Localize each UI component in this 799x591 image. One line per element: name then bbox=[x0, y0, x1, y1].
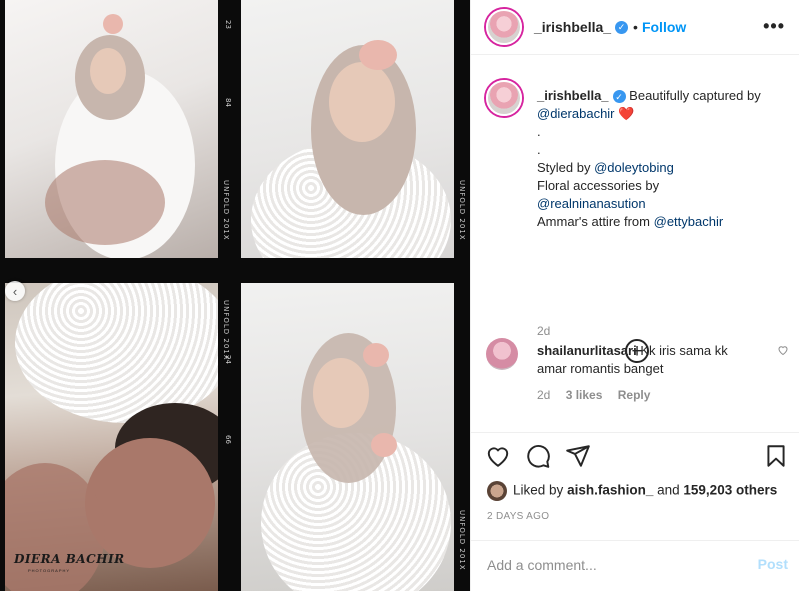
like-heart-icon[interactable] bbox=[485, 443, 513, 471]
mention-link[interactable]: @realninanasution bbox=[537, 196, 646, 211]
liked-by: Liked by aish.fashion_ and 159,203 other… bbox=[487, 481, 777, 501]
flower-accessory bbox=[359, 40, 397, 70]
liked-by-prefix: Liked by bbox=[513, 482, 564, 498]
photographer-watermark: DIERA BACHIR bbox=[14, 552, 125, 566]
man-figure bbox=[45, 160, 165, 245]
caption-dot: . bbox=[537, 142, 541, 157]
photographer-watermark-sub: PHOTOGRAPHY bbox=[28, 568, 71, 573]
flower-bouquet bbox=[371, 433, 397, 457]
commenter-avatar[interactable] bbox=[486, 338, 518, 370]
caption-floral: Floral accessories by bbox=[537, 178, 660, 193]
film-edge-text: UNFOLD 201X bbox=[458, 180, 466, 241]
add-comment-bar: Post bbox=[471, 540, 799, 591]
caption-intro: Beautifully captured by bbox=[629, 88, 761, 103]
post-header: _irishbella_ ✓ • Follow ••• bbox=[471, 0, 799, 55]
frame-number: 66 bbox=[224, 435, 232, 444]
post-photo[interactable]: UNFOLD 201X UNFOLD 201X UNFOLD 201X UNFO… bbox=[0, 0, 470, 591]
comment-bubble-icon[interactable] bbox=[525, 443, 553, 471]
lace-dress bbox=[15, 283, 218, 423]
avatar[interactable] bbox=[486, 9, 522, 45]
photo-frame-4 bbox=[241, 283, 454, 591]
film-edge-text: UNFOLD 201X bbox=[458, 510, 466, 571]
caption-styled-by: Styled by bbox=[537, 160, 591, 175]
verified-badge-icon: ✓ bbox=[612, 90, 626, 104]
film-edge-text: UNFOLD 201X bbox=[222, 180, 230, 241]
liked-by-user[interactable]: aish.fashion_ bbox=[567, 483, 653, 498]
film-edge-text: UNFOLD 201X bbox=[222, 300, 230, 361]
comment-meta: 2d 3 likes Reply bbox=[537, 388, 662, 402]
reply-button[interactable]: Reply bbox=[618, 388, 651, 402]
photo-frame-1 bbox=[5, 0, 218, 258]
man-face bbox=[85, 438, 215, 568]
face bbox=[329, 62, 395, 142]
post-side-panel: _irishbella_ ✓ • Follow ••• _irishbella_… bbox=[470, 0, 799, 591]
previous-photo-button[interactable]: ‹ bbox=[5, 281, 25, 301]
action-bar bbox=[485, 443, 787, 471]
frame-number: 84 bbox=[224, 98, 232, 107]
liked-by-others[interactable]: 159,203 others bbox=[683, 483, 777, 498]
caption-attire: Ammar's attire from bbox=[537, 214, 650, 229]
liked-by-and: and bbox=[657, 482, 680, 498]
more-options-icon[interactable]: ••• bbox=[763, 16, 785, 37]
comment-like-icon[interactable] bbox=[777, 344, 789, 359]
photo-frame-3 bbox=[5, 283, 218, 591]
flower-accessory bbox=[363, 343, 389, 367]
comments-list[interactable]: _irishbella_ ✓ Beautifully captured by @d… bbox=[471, 56, 799, 432]
header-username[interactable]: _irishbella_ bbox=[534, 19, 611, 35]
mention-link[interactable]: @ettybachir bbox=[654, 214, 724, 229]
mention-link[interactable]: @dierabachir bbox=[537, 106, 615, 121]
caption-text: _irishbella_ ✓ Beautifully captured by @d… bbox=[537, 87, 787, 231]
commenter-username[interactable]: shailanurlitasari bbox=[537, 343, 637, 358]
comment-input[interactable] bbox=[487, 555, 727, 575]
frame-number: 24 bbox=[224, 355, 232, 364]
chevron-left-icon: ‹ bbox=[12, 283, 18, 299]
post-actions: Liked by aish.fashion_ and 159,203 other… bbox=[471, 432, 799, 540]
photo-frame-2 bbox=[241, 0, 454, 258]
post-timestamp[interactable]: 2 DAYS AGO bbox=[487, 511, 549, 522]
heart-emoji-icon: ❤️ bbox=[618, 106, 635, 121]
face bbox=[90, 48, 126, 94]
frame-number: 23 bbox=[224, 20, 232, 29]
caption-username[interactable]: _irishbella_ bbox=[537, 88, 609, 103]
share-paper-plane-icon[interactable] bbox=[565, 443, 593, 471]
comment-text: shailanurlitasari Kk iris sama kk amar r… bbox=[537, 342, 757, 378]
flower-accessory bbox=[103, 14, 123, 34]
caption-dot: . bbox=[537, 124, 541, 139]
separator-dot: • bbox=[633, 19, 638, 35]
caption-age: 2d bbox=[537, 324, 551, 338]
verified-badge-icon: ✓ bbox=[615, 20, 629, 34]
face bbox=[313, 358, 369, 428]
post-comment-button[interactable]: Post bbox=[758, 556, 788, 572]
bookmark-icon[interactable] bbox=[763, 443, 791, 471]
mention-link[interactable]: @doleytobing bbox=[594, 160, 674, 175]
caption-avatar[interactable] bbox=[486, 80, 522, 116]
comment-likes[interactable]: 3 likes bbox=[566, 388, 603, 402]
follow-button[interactable]: Follow bbox=[642, 19, 686, 35]
liker-avatar[interactable] bbox=[487, 481, 507, 501]
comment-age: 2d bbox=[537, 388, 551, 402]
